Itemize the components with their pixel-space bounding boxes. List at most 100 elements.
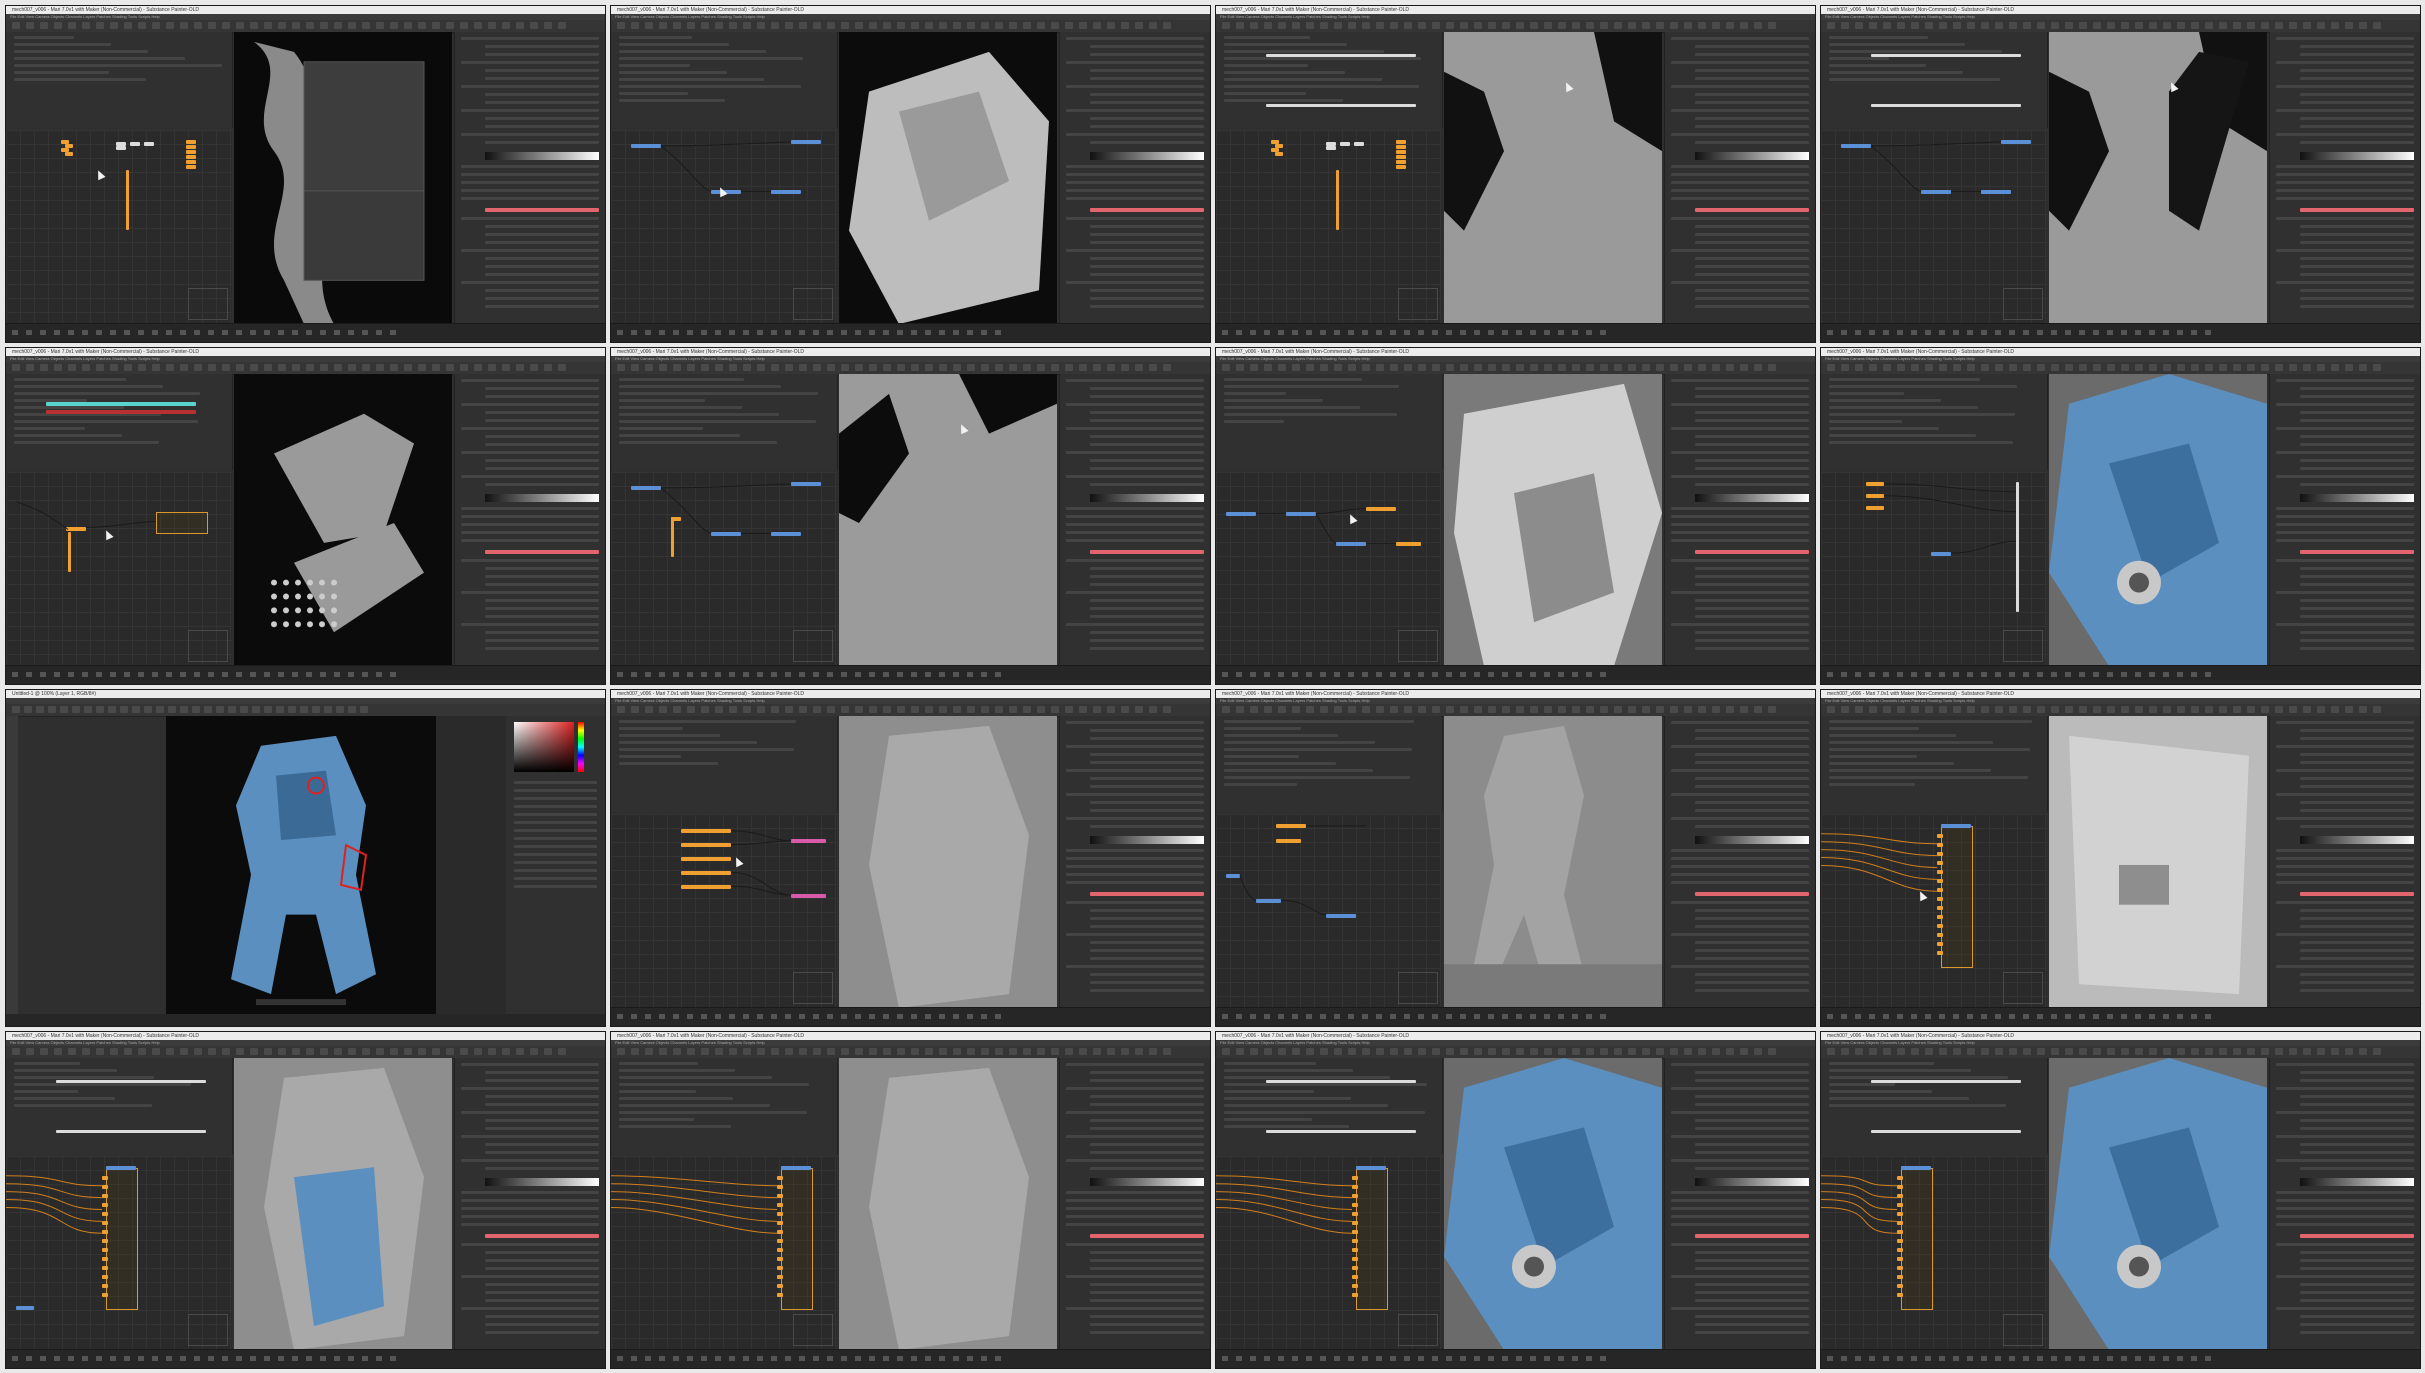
toolbar-button[interactable]	[729, 364, 737, 371]
toolbar-button[interactable]	[2121, 364, 2129, 371]
toolbar-button[interactable]	[1939, 22, 1947, 29]
status-button[interactable]	[771, 330, 777, 335]
toolbar-button[interactable]	[841, 706, 849, 713]
toolbar-button[interactable]	[2177, 1048, 2185, 1055]
status-button[interactable]	[687, 330, 693, 335]
status-button[interactable]	[1250, 1014, 1256, 1019]
toolbar-button[interactable]	[757, 22, 765, 29]
toolbar-button[interactable]	[1051, 22, 1059, 29]
toolbar-button[interactable]	[2233, 1048, 2241, 1055]
toolbar-button[interactable]	[2303, 706, 2311, 713]
toolbar-button[interactable]	[981, 1048, 989, 1055]
status-button[interactable]	[729, 1356, 735, 1361]
status-button[interactable]	[82, 672, 88, 677]
status-button[interactable]	[645, 1014, 651, 1019]
toolbar-button[interactable]	[1740, 22, 1748, 29]
toolbar-button[interactable]	[1726, 1048, 1734, 1055]
toolbar-button[interactable]	[869, 364, 877, 371]
status-button[interactable]	[841, 1014, 847, 1019]
status-button[interactable]	[1995, 672, 2001, 677]
gradient-ramp[interactable]	[1695, 1178, 1809, 1186]
status-button[interactable]	[1600, 1356, 1606, 1361]
toolbar-button[interactable]	[2289, 1048, 2297, 1055]
toolbar-button[interactable]	[40, 1048, 48, 1055]
status-button[interactable]	[208, 672, 214, 677]
gradient-ramp[interactable]	[1695, 494, 1809, 502]
status-button[interactable]	[1572, 330, 1578, 335]
status-button[interactable]	[250, 1356, 256, 1361]
toolbar-button[interactable]	[2317, 706, 2325, 713]
toolbar-button[interactable]	[2051, 1048, 2059, 1055]
status-button[interactable]	[334, 1356, 340, 1361]
toolbar-button[interactable]	[2247, 22, 2255, 29]
3d-viewport[interactable]	[1444, 374, 1662, 666]
toolbar-button[interactable]	[2135, 1048, 2143, 1055]
toolbar-button[interactable]	[1446, 364, 1454, 371]
toolbar-button[interactable]	[26, 1048, 34, 1055]
toolbar-button[interactable]	[1474, 364, 1482, 371]
toolbar-button[interactable]	[166, 364, 174, 371]
toolbar-button[interactable]	[1149, 22, 1157, 29]
toolbar-button[interactable]	[631, 1048, 639, 1055]
status-button[interactable]	[1264, 1014, 1270, 1019]
toolbar-button[interactable]	[1995, 706, 2003, 713]
toolbar-button[interactable]	[108, 706, 116, 713]
status-button[interactable]	[1320, 1014, 1326, 1019]
toolbar-button[interactable]	[404, 364, 412, 371]
toolbar-button[interactable]	[2233, 364, 2241, 371]
toolbar-button[interactable]	[1488, 22, 1496, 29]
toolbar-button[interactable]	[334, 22, 342, 29]
status-button[interactable]	[1488, 1014, 1494, 1019]
status-button[interactable]	[1348, 1014, 1354, 1019]
toolbar-button[interactable]	[1911, 1048, 1919, 1055]
status-button[interactable]	[855, 1356, 861, 1361]
toolbar-button[interactable]	[288, 706, 296, 713]
toolbar-button[interactable]	[1925, 22, 1933, 29]
toolbar-button[interactable]	[2009, 22, 2017, 29]
toolbar-button[interactable]	[2149, 1048, 2157, 1055]
status-button[interactable]	[390, 330, 396, 335]
status-button[interactable]	[2065, 330, 2071, 335]
toolbar-button[interactable]	[2051, 706, 2059, 713]
color-swatch[interactable]	[2300, 892, 2414, 896]
toolbar-button[interactable]	[474, 22, 482, 29]
toolbar-button[interactable]	[1079, 22, 1087, 29]
status-button[interactable]	[2023, 672, 2029, 677]
status-button[interactable]	[1488, 1356, 1494, 1361]
graph-node[interactable]	[1326, 146, 1336, 150]
toolbar-button[interactable]	[152, 1048, 160, 1055]
status-button[interactable]	[1446, 1014, 1452, 1019]
toolbar-button[interactable]	[1278, 706, 1286, 713]
status-button[interactable]	[2023, 1014, 2029, 1019]
toolbar-button[interactable]	[701, 364, 709, 371]
status-button[interactable]	[1460, 672, 1466, 677]
status-button[interactable]	[1446, 1356, 1452, 1361]
toolbar-button[interactable]	[544, 1048, 552, 1055]
graph-minimap[interactable]	[2003, 630, 2043, 662]
toolbar-button[interactable]	[1222, 364, 1230, 371]
toolbar-button[interactable]	[1600, 364, 1608, 371]
toolbar-button[interactable]	[1897, 364, 1905, 371]
status-button[interactable]	[2079, 1014, 2085, 1019]
toolbar-button[interactable]	[2191, 706, 2199, 713]
toolbar-button[interactable]	[360, 706, 368, 713]
toolbar-button[interactable]	[687, 22, 695, 29]
toolbar-button[interactable]	[673, 706, 681, 713]
toolbar-button[interactable]	[1614, 706, 1622, 713]
toolbar-button[interactable]	[1656, 22, 1664, 29]
graph-node[interactable]	[1396, 155, 1406, 159]
status-button[interactable]	[2205, 1356, 2211, 1361]
toolbar-button[interactable]	[1390, 1048, 1398, 1055]
toolbar-button[interactable]	[1320, 1048, 1328, 1055]
status-button[interactable]	[2051, 672, 2057, 677]
toolbar-button[interactable]	[2079, 1048, 2087, 1055]
status-button[interactable]	[348, 330, 354, 335]
toolbar-button[interactable]	[1869, 22, 1877, 29]
toolbar-button[interactable]	[320, 364, 328, 371]
toolbar-button[interactable]	[1149, 706, 1157, 713]
status-button[interactable]	[1362, 1014, 1368, 1019]
graph-minimap[interactable]	[1398, 972, 1438, 1004]
toolbar-button[interactable]	[911, 706, 919, 713]
toolbar-button[interactable]	[1911, 22, 1919, 29]
status-button[interactable]	[2009, 672, 2015, 677]
